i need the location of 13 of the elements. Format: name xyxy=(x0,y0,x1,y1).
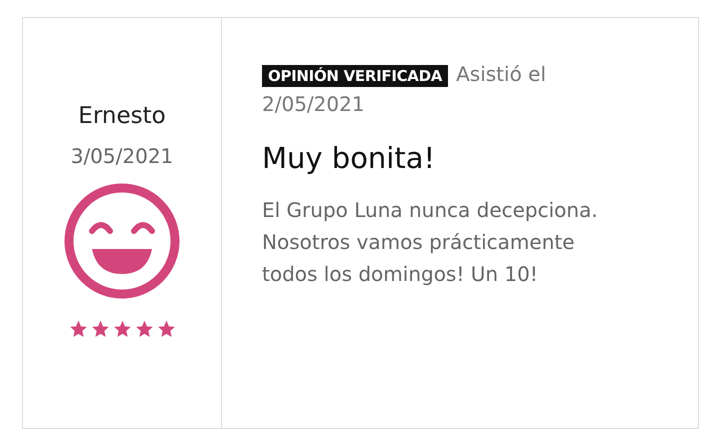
review-date: 3/05/2021 xyxy=(70,143,174,169)
star-icon xyxy=(134,319,154,339)
verified-badge: OPINIÓN VERIFICADA xyxy=(262,65,448,87)
attended-label: Asistió el xyxy=(456,62,546,86)
review-text: El Grupo Luna nunca decepciona. Nosotros vamos prácticamente todos los domingos! Un 10! xyxy=(262,197,599,288)
author-name: Ernesto xyxy=(78,102,166,131)
star-icon xyxy=(68,319,88,339)
attended-date: 2/05/2021 xyxy=(262,91,365,118)
star-icon xyxy=(90,319,110,339)
review-title: Muy bonita! xyxy=(262,140,436,176)
smiley-icon xyxy=(62,181,182,301)
star-icon xyxy=(156,319,176,339)
star-icon xyxy=(112,319,132,339)
